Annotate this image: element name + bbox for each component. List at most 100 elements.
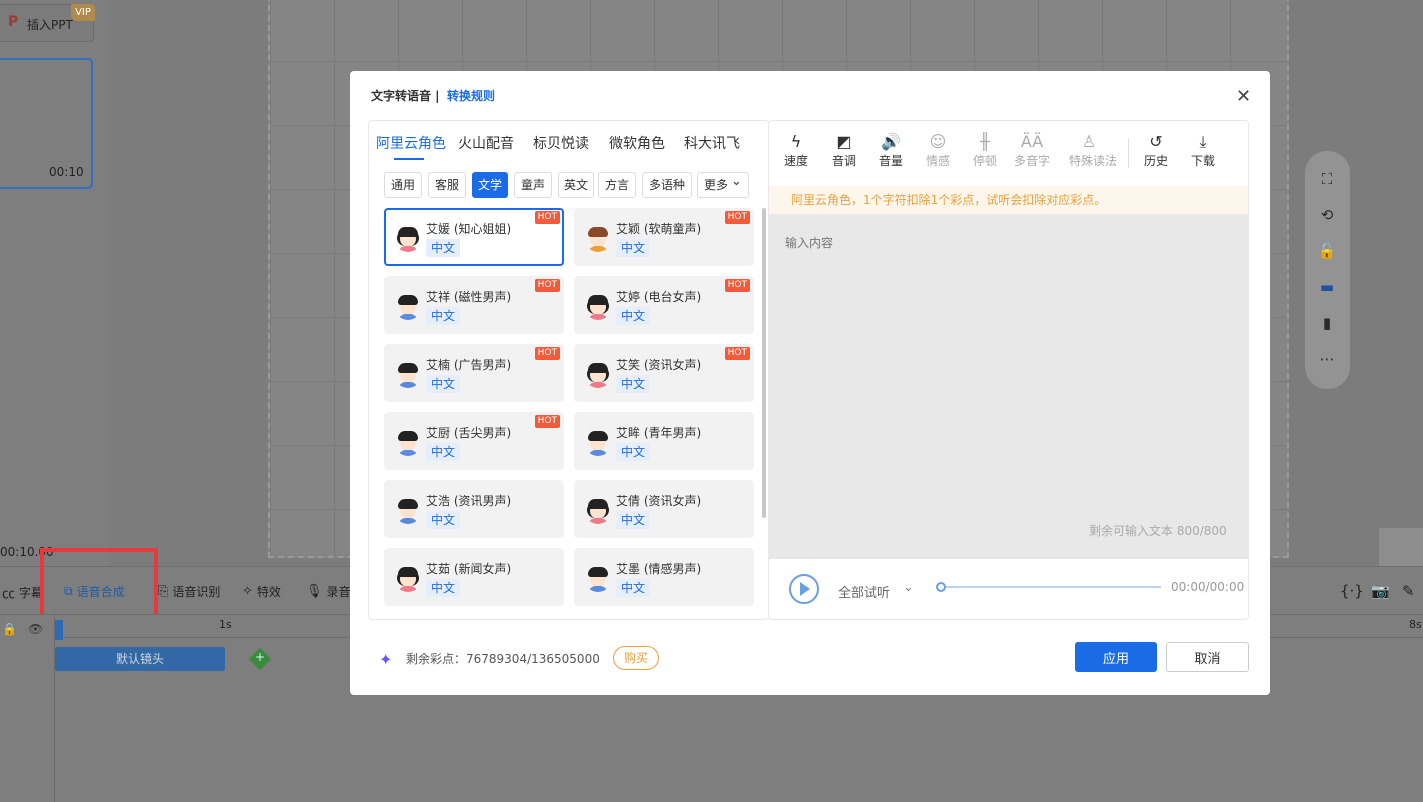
filter-chip[interactable]: 文学	[472, 172, 508, 198]
voice-name: 艾茹 (新闻女声)	[426, 562, 512, 576]
voice-card[interactable]: 艾颖 (软萌童声) 中文 HOT	[574, 208, 754, 266]
voice-name: 艾墨 (情感男声)	[616, 562, 702, 576]
tab-biaobei[interactable]: 标贝悦读	[533, 133, 589, 153]
tab-aliyun[interactable]: 阿里云角色	[376, 133, 446, 153]
filter-chip[interactable]: 英文	[558, 172, 594, 198]
tool-pitch[interactable]: ◩ 音调	[825, 132, 863, 169]
voice-language-tag: 中文	[426, 307, 461, 325]
tool-download[interactable]: ⤓ 下载	[1184, 132, 1222, 169]
apply-button[interactable]: 应用	[1075, 642, 1157, 672]
highlight-box	[40, 548, 158, 620]
voice-card[interactable]: 艾厨 (舌尖男声) 中文 HOT	[384, 412, 564, 470]
progress-track[interactable]	[940, 586, 1161, 588]
voice-card[interactable]: 艾婷 (电台女声) 中文 HOT	[574, 276, 754, 334]
billing-notice: 阿里云角色，1个字符扣除1个彩点，试听会扣除对应彩点。	[769, 186, 1248, 214]
filter-chip[interactable]: 多语种	[642, 172, 692, 198]
tool-polyphone[interactable]: ÄÄ 多音字	[1013, 132, 1051, 169]
hot-badge: HOT	[534, 415, 560, 428]
fullscreen-icon[interactable]: ⛶	[1317, 170, 1337, 188]
tool-volume[interactable]: 🔊 音量	[872, 132, 910, 169]
voice-avatar	[584, 428, 612, 456]
tool-label: 速度	[783, 154, 808, 168]
tab-volcano[interactable]: 火山配音	[458, 133, 514, 153]
voice-avatar	[584, 360, 612, 388]
voice-language-tag: 中文	[616, 307, 651, 325]
voice-card[interactable]: 艾墨 (情感男声) 中文	[574, 548, 754, 606]
voice-name: 艾浩 (资讯男声)	[426, 494, 512, 508]
voice-name: 艾楠 (广告男声)	[426, 358, 512, 372]
voice-avatar	[584, 564, 612, 592]
code-icon[interactable]: {·}	[1340, 582, 1364, 600]
voice-avatar	[394, 564, 422, 592]
tool-label: 音量	[878, 154, 903, 168]
speech-recognition-tab[interactable]: ⎘ 语音识别	[158, 583, 220, 600]
record-tab[interactable]: 🎙 录音	[306, 583, 351, 600]
voice-list-scrollbar[interactable]	[762, 208, 766, 518]
voice-card[interactable]: 艾茹 (新闻女声) 中文	[384, 548, 564, 606]
vip-badge: VIP	[71, 4, 95, 21]
voice-card[interactable]: 艾浩 (资讯男声) 中文	[384, 480, 564, 538]
timeline-clip[interactable]: 默认镜头	[55, 647, 225, 671]
cancel-button[interactable]: 取消	[1166, 642, 1249, 672]
hot-badge: HOT	[534, 211, 560, 224]
chevron-down-icon[interactable]: ⌄	[903, 580, 914, 595]
chevron-down-icon: ⌄	[731, 174, 742, 189]
polyphone-icon: ÄÄ	[1020, 132, 1044, 151]
tab-microsoft[interactable]: 微软角色	[609, 133, 665, 153]
voice-language-tag: 中文	[616, 579, 651, 597]
phone-icon[interactable]: ▮	[1317, 314, 1337, 332]
camera-icon[interactable]: 📷	[1371, 582, 1390, 600]
edit-icon[interactable]: ✎	[1402, 582, 1415, 600]
tool-emotion[interactable]: ☺ 情感	[919, 132, 957, 169]
history-icon: ↺	[1149, 132, 1163, 151]
voice-card[interactable]: 艾祥 (磁性男声) 中文 HOT	[384, 276, 564, 334]
tool-history[interactable]: ↺ 历史	[1137, 132, 1175, 169]
tool-label: 音调	[831, 154, 856, 168]
voice-name: 艾倩 (资讯女声)	[616, 494, 702, 508]
voice-avatar	[584, 292, 612, 320]
voice-card[interactable]: 艾笑 (资讯女声) 中文 HOT	[574, 344, 754, 402]
play-time: 00:00/00:00	[1171, 580, 1245, 594]
buy-button[interactable]: 购买	[613, 646, 659, 670]
progress-knob[interactable]	[936, 582, 946, 592]
voice-card[interactable]: 艾倩 (资讯女声) 中文	[574, 480, 754, 538]
lightning-icon: ϟ	[790, 132, 802, 151]
filter-chip[interactable]: 方言	[598, 172, 636, 198]
more-icon[interactable]: ⋯	[1317, 350, 1337, 368]
effects-icon: ✧	[242, 584, 253, 599]
voice-name: 艾颖 (软萌童声)	[616, 222, 702, 236]
conversion-rules-link[interactable]: 转换规则	[447, 87, 495, 104]
hot-badge: HOT	[724, 347, 750, 360]
rotate-icon[interactable]: ⟲	[1317, 206, 1337, 224]
thumbnail-duration: 00:10	[49, 165, 84, 179]
timeline-lock-icon[interactable]: 🔒	[2, 622, 17, 636]
tool-pause[interactable]: ╫ 停顿	[966, 132, 1004, 169]
close-icon[interactable]: ✕	[1236, 86, 1251, 107]
subtitle-tab[interactable]: ㏄字幕	[2, 583, 43, 602]
hot-badge: HOT	[534, 347, 560, 360]
filter-chip[interactable]: 客服	[428, 172, 466, 198]
voice-language-tag: 中文	[616, 443, 651, 461]
tab-iflytek[interactable]: 科大讯飞	[684, 133, 740, 153]
plus-icon: +	[255, 650, 266, 664]
effects-tab[interactable]: ✧ 特效	[242, 583, 281, 600]
text-input[interactable]	[769, 214, 1248, 559]
tool-special-read[interactable]: ♙ 特殊读法	[1069, 132, 1117, 169]
timeline-eye-icon[interactable]: 👁	[28, 622, 43, 636]
voice-card[interactable]: 艾眸 (青年男声) 中文	[574, 412, 754, 470]
preview-all-dropdown[interactable]: 全部试听	[838, 582, 890, 601]
tool-lightning[interactable]: ϟ 速度	[777, 132, 815, 169]
screen-icon[interactable]: ▬	[1317, 278, 1337, 296]
voice-card[interactable]: 艾媛 (知心姐姐) 中文 HOT	[384, 208, 564, 266]
voice-card[interactable]: 艾楠 (广告男声) 中文 HOT	[384, 344, 564, 402]
filter-chip[interactable]: 通用	[384, 172, 422, 198]
volume-icon: 🔊	[881, 132, 901, 151]
timeline-mark: 8s	[1409, 618, 1422, 631]
timeline-divider	[54, 614, 55, 802]
playhead[interactable]	[55, 620, 63, 640]
dialog-title: 文字转语音 |	[371, 89, 440, 103]
voice-avatar	[394, 360, 422, 388]
filter-chip[interactable]: 童声	[514, 172, 552, 198]
lock-icon[interactable]: 🔓	[1317, 242, 1337, 260]
voice-name: 艾媛 (知心姐姐)	[426, 222, 512, 236]
